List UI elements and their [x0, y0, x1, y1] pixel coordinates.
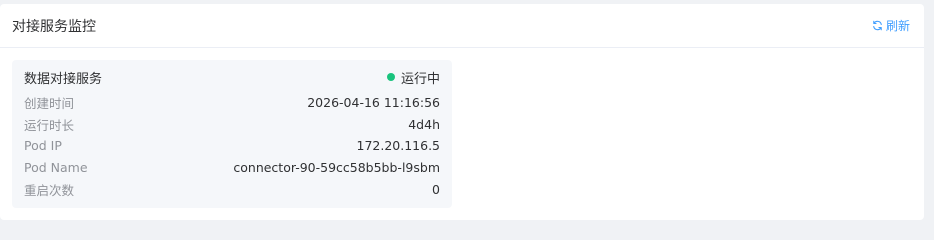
panel-header: 对接服务监控 刷新 — [0, 4, 924, 48]
info-row-created-time: 创建时间 2026-04-16 11:16:56 — [24, 92, 440, 114]
info-row-pod-ip: Pod IP 172.20.116.5 — [24, 135, 440, 157]
service-monitor-panel: 对接服务监控 刷新 数据对接服务 运行中 创建时间 2026-04-16 11:… — [0, 4, 924, 220]
info-row-pod-name: Pod Name connector-90-59cc58b5bb-l9sbm — [24, 157, 440, 179]
info-label: Pod Name — [24, 160, 88, 176]
refresh-button[interactable]: 刷新 — [872, 17, 910, 34]
info-row-restart-count: 重启次数 0 — [24, 178, 440, 200]
info-value: 0 — [432, 181, 440, 197]
info-label: 运行时长 — [24, 117, 75, 133]
status-badge: 运行中 — [386, 68, 440, 87]
status-text: 运行中 — [400, 71, 440, 87]
service-title: 数据对接服务 — [24, 71, 103, 87]
panel-title: 对接服务监控 — [12, 18, 96, 35]
info-value: 2026-04-16 11:16:56 — [307, 95, 440, 111]
info-label: Pod IP — [24, 138, 62, 154]
status-dot-icon — [386, 73, 395, 81]
info-label: 创建时间 — [24, 96, 75, 112]
info-row-uptime: 运行时长 4d4h — [24, 114, 440, 136]
info-value: 172.20.116.5 — [356, 138, 441, 154]
service-card-header: 数据对接服务 运行中 — [24, 62, 440, 92]
info-label: 重启次数 — [24, 182, 75, 198]
refresh-icon — [873, 20, 882, 31]
refresh-label: 刷新 — [885, 19, 910, 33]
info-value: connector-90-59cc58b5bb-l9sbm — [233, 160, 440, 176]
info-value: 4d4h — [408, 116, 440, 132]
service-card: 数据对接服务 运行中 创建时间 2026-04-16 11:16:56 运行时长… — [12, 60, 452, 208]
